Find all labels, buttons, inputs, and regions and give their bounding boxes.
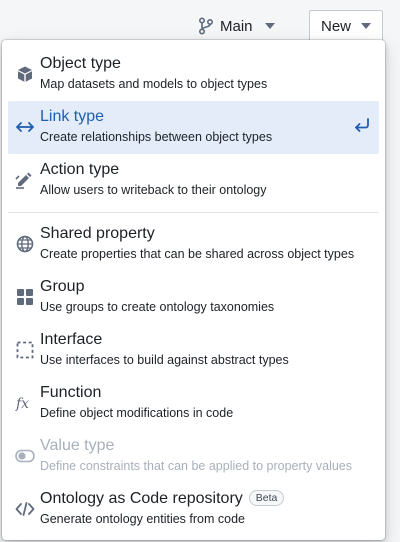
function-icon: fx <box>15 393 35 413</box>
grid-icon <box>15 287 35 307</box>
menu-item-description: Allow users to writeback to their ontolo… <box>40 183 267 197</box>
top-toolbar: Main New <box>0 0 400 42</box>
menu-item-value-type: Value type Define constraints that can b… <box>8 430 379 483</box>
caret-down-icon <box>264 23 275 29</box>
menu-item-group[interactable]: Group Use groups to create ontology taxo… <box>8 271 379 324</box>
menu-item-title: Action type <box>40 161 120 178</box>
cube-icon <box>15 64 35 84</box>
menu-item-description: Define constraints that can be applied t… <box>40 459 352 473</box>
action-edit-icon <box>15 170 35 190</box>
beta-badge: Beta <box>248 490 285 506</box>
menu-item-description: Map datasets and models to object types <box>40 77 268 91</box>
menu-item-object-type[interactable]: Object type Map datasets and models to o… <box>8 48 379 101</box>
caret-down-icon <box>361 23 371 29</box>
link-arrows-icon <box>15 117 35 137</box>
menu-item-description: Use interfaces to build against abstract… <box>40 353 289 367</box>
menu-item-title-text: Ontology as Code repository <box>40 490 243 507</box>
menu-item-title: Object type <box>40 55 121 72</box>
menu-item-shared-property[interactable]: Shared property Create properties that c… <box>8 218 379 271</box>
menu-item-description: Generate ontology entities from code <box>40 512 245 526</box>
branch-icon <box>198 17 214 35</box>
svg-text:fx: fx <box>15 396 29 412</box>
menu-item-ontology-as-code[interactable]: Ontology as Code repository Beta Generate… <box>8 483 379 536</box>
menu-item-title: Shared property <box>40 225 155 242</box>
menu-item-interface[interactable]: Interface Use interfaces to build agains… <box>8 324 379 377</box>
menu-item-action-type[interactable]: Action type Allow users to writeback to … <box>8 154 379 207</box>
menu-item-title: Interface <box>40 331 103 348</box>
new-resource-menu: Object type Map datasets and models to o… <box>2 40 385 540</box>
toggle-icon <box>15 446 35 466</box>
menu-item-description: Create relationships between object type… <box>40 130 273 144</box>
enter-key-icon <box>353 117 371 138</box>
menu-item-function[interactable]: fx Function Define object modifications … <box>8 377 379 430</box>
globe-icon <box>15 234 35 254</box>
menu-item-title: Value type <box>40 437 115 454</box>
menu-item-description: Use groups to create ontology taxonomies <box>40 300 275 314</box>
branch-label: Main <box>220 17 253 35</box>
new-button-label: New <box>320 17 351 35</box>
menu-item-title: Group <box>40 278 85 295</box>
menu-item-title: Function <box>40 384 102 401</box>
new-button[interactable]: New <box>309 10 383 42</box>
menu-item-link-type[interactable]: Link type Create relationships between o… <box>8 101 379 154</box>
menu-item-description: Create properties that can be shared acr… <box>40 247 355 261</box>
code-icon <box>15 499 35 519</box>
branch-selector[interactable]: Main <box>198 10 275 42</box>
menu-item-title: Ontology as Code repository Beta <box>40 489 379 509</box>
menu-divider <box>8 212 379 213</box>
menu-item-description: Define object modifications in code <box>40 406 234 420</box>
menu-item-title: Link type <box>40 108 105 125</box>
dashed-square-icon <box>15 340 35 360</box>
